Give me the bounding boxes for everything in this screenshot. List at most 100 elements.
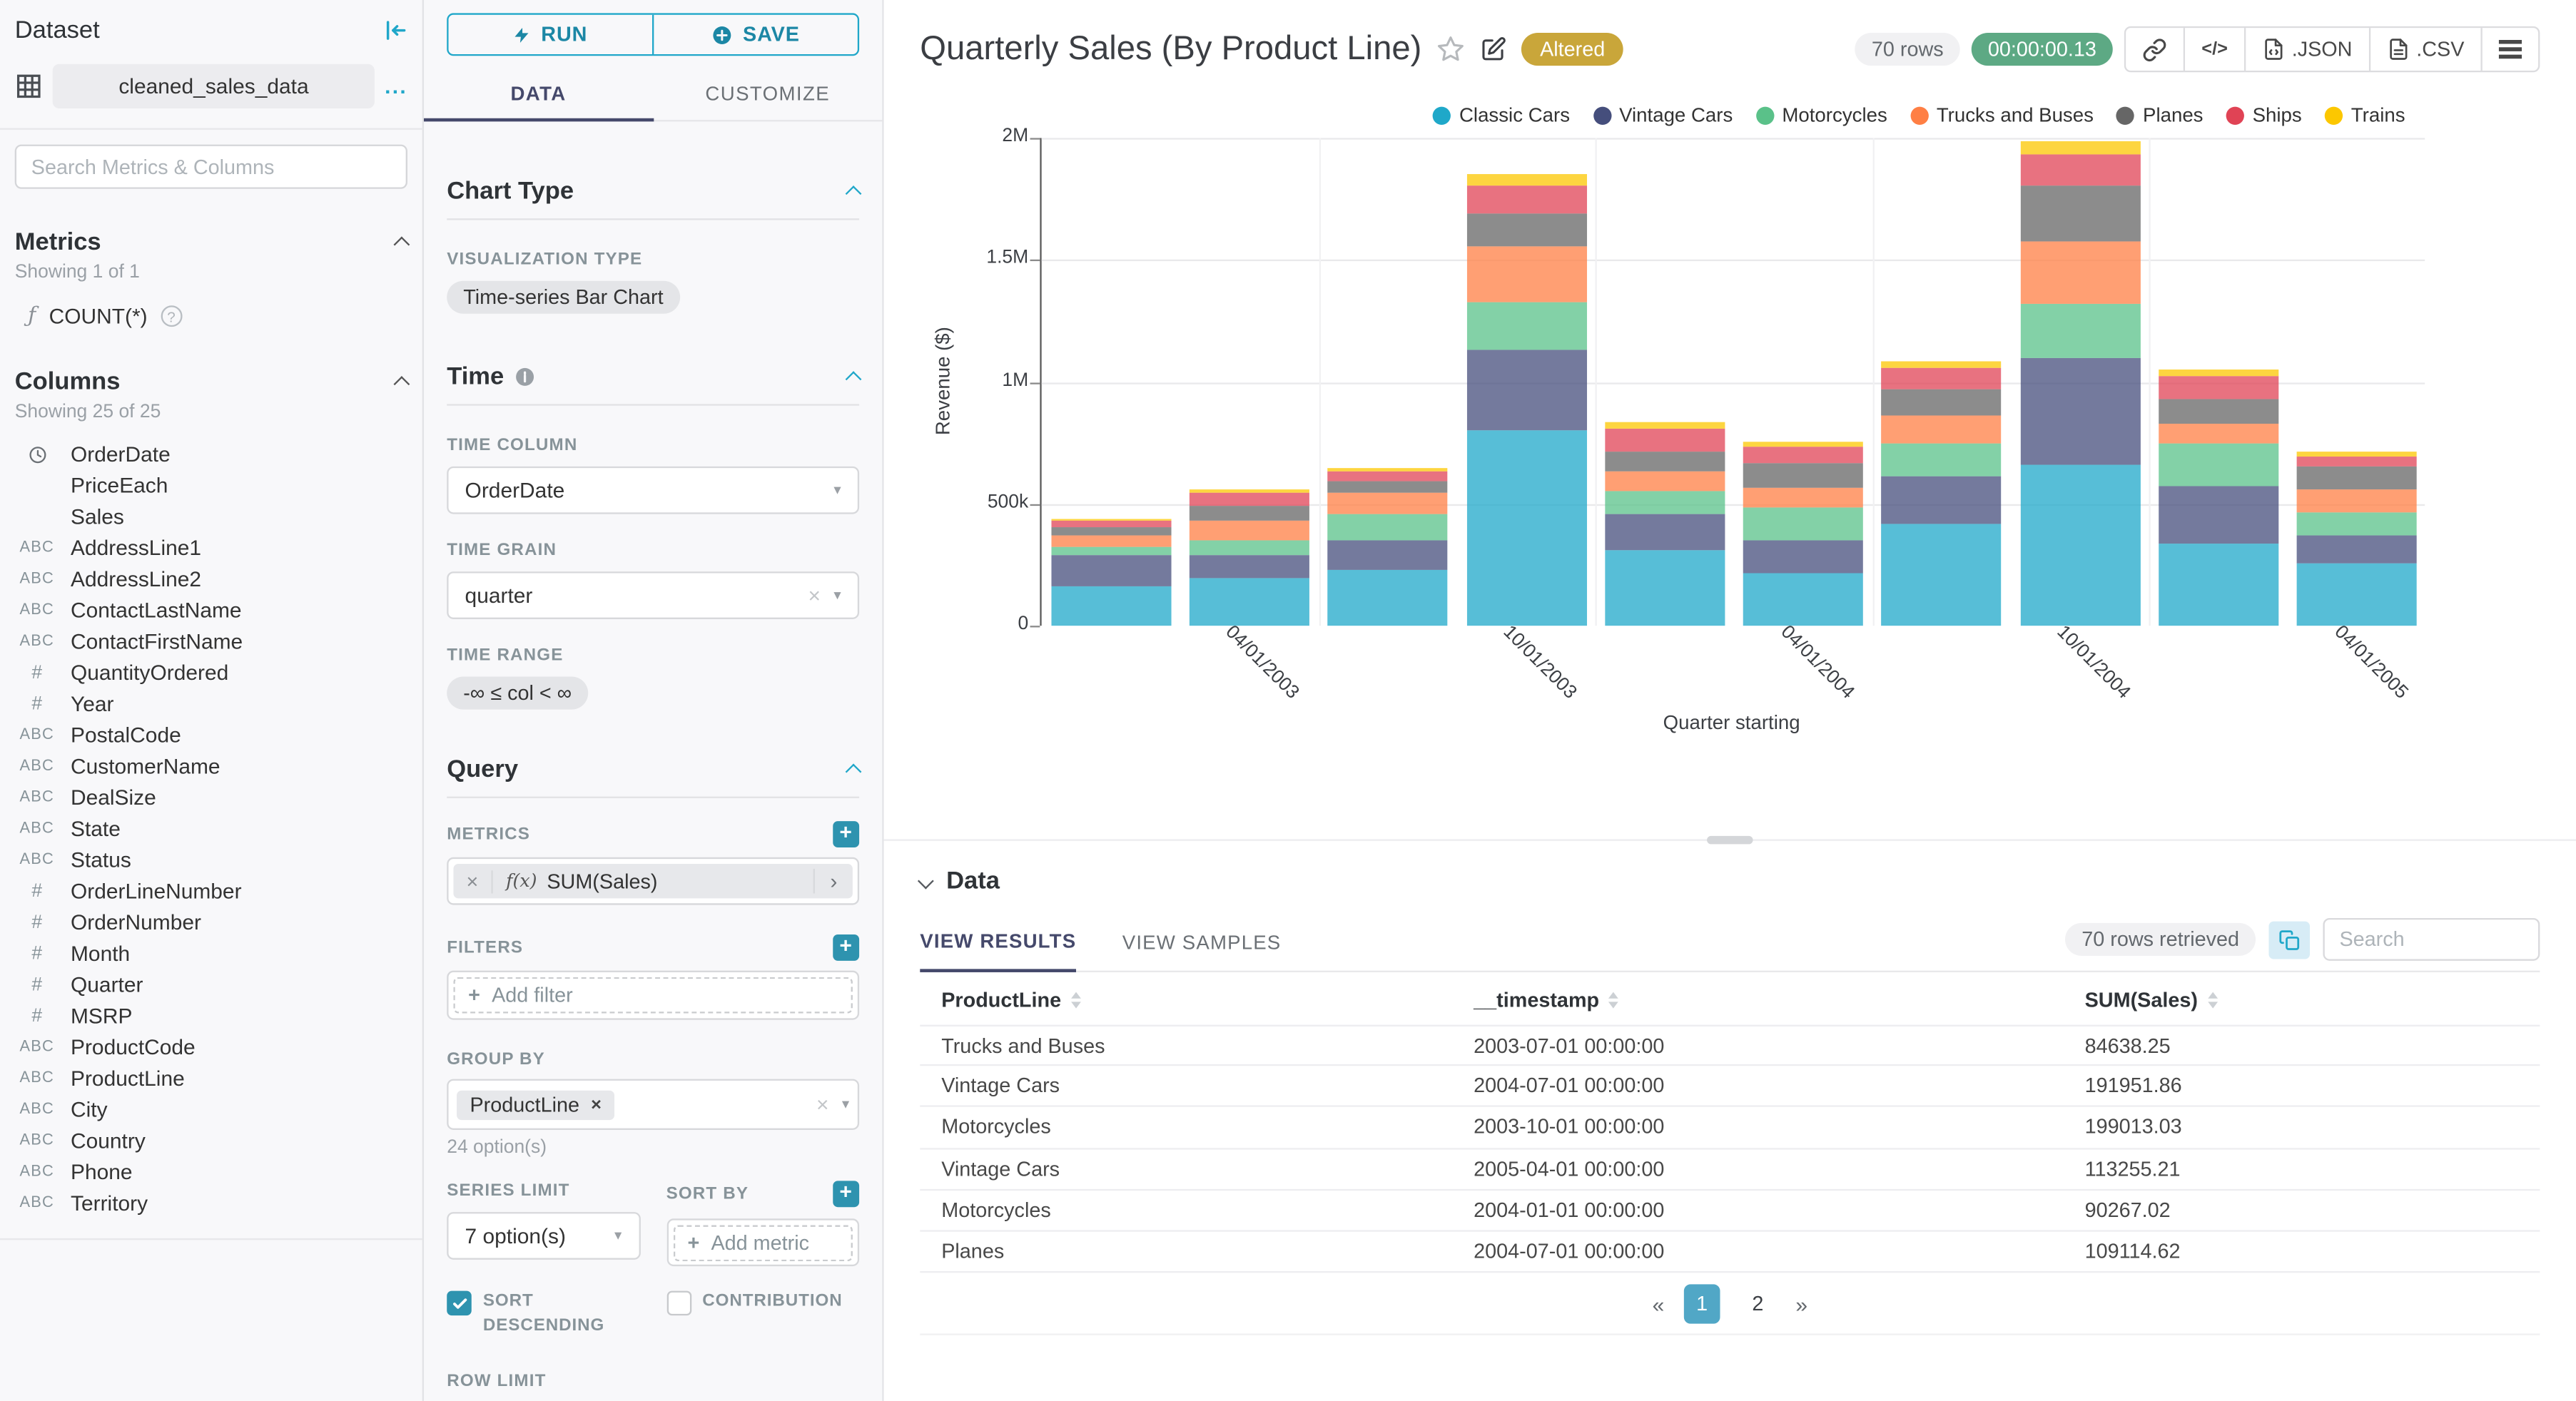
- clear-icon[interactable]: ×: [808, 583, 820, 608]
- column-item[interactable]: Sales: [15, 501, 407, 532]
- bar-segment-ships[interactable]: [1189, 492, 1309, 506]
- bar-segment-vintage-cars[interactable]: [2297, 536, 2418, 564]
- bar-segment-motorcycles[interactable]: [2020, 303, 2141, 358]
- bar-segment-motorcycles[interactable]: [2159, 444, 2279, 486]
- bar-segment-motorcycles[interactable]: [1604, 491, 1725, 514]
- column-item[interactable]: ABC ContactFirstName: [15, 626, 407, 657]
- add-filter-button[interactable]: +: [833, 934, 860, 961]
- bar-segment-planes[interactable]: [1327, 480, 1448, 494]
- run-button[interactable]: RUN: [449, 15, 652, 54]
- series-limit-select[interactable]: 7 option(s) ▾: [447, 1212, 640, 1260]
- bar-segment-planes[interactable]: [2159, 399, 2279, 424]
- table-column-header[interactable]: ProductLine: [941, 989, 1474, 1012]
- copy-data-button[interactable]: [2268, 920, 2311, 959]
- dataset-name[interactable]: cleaned_sales_data: [52, 63, 375, 108]
- bar-segment-classic-cars[interactable]: [1466, 430, 1586, 626]
- table-column-header[interactable]: __timestamp: [1474, 989, 2084, 1012]
- column-item[interactable]: PriceEach: [15, 469, 407, 501]
- bar-segment-trucks-and-buses[interactable]: [1050, 534, 1171, 547]
- stacked-bar[interactable]: [2159, 370, 2279, 626]
- bar-segment-ships[interactable]: [1604, 428, 1725, 452]
- collapse-data-icon[interactable]: [917, 872, 934, 890]
- legend-item-planes[interactable]: Planes: [2116, 103, 2204, 126]
- copy-link-button[interactable]: [2126, 28, 2184, 71]
- bar-segment-trains[interactable]: [2297, 452, 2418, 457]
- column-item[interactable]: OrderDate: [15, 439, 407, 470]
- bar-segment-trains[interactable]: [1882, 360, 2002, 368]
- bar-segment-ships[interactable]: [2159, 376, 2279, 400]
- bar-segment-classic-cars[interactable]: [2020, 464, 2141, 626]
- page-button-2[interactable]: 2: [1740, 1285, 1776, 1324]
- bar-segment-planes[interactable]: [1604, 451, 1725, 472]
- bar-segment-vintage-cars[interactable]: [1327, 540, 1448, 570]
- bar-segment-trucks-and-buses[interactable]: [1189, 521, 1309, 541]
- sort-icon[interactable]: [2207, 992, 2218, 1009]
- results-search-input[interactable]: [2323, 917, 2540, 961]
- bar-segment-trains[interactable]: [1604, 422, 1725, 429]
- bar-segment-classic-cars[interactable]: [1327, 569, 1448, 626]
- bar-segment-trucks-and-buses[interactable]: [1743, 487, 1864, 508]
- column-item[interactable]: ABC Territory: [15, 1188, 407, 1219]
- bar-segment-planes[interactable]: [2020, 185, 2141, 242]
- bar-segment-planes[interactable]: [2297, 467, 2418, 489]
- bar-segment-planes[interactable]: [1189, 506, 1309, 521]
- contribution-checkbox[interactable]: CONTRIBUTION: [666, 1289, 860, 1339]
- table-row[interactable]: Motorcycles 2003-10-01 00:00:00 199013.03: [920, 1108, 2540, 1149]
- altered-badge[interactable]: Altered: [1521, 33, 1623, 66]
- column-item[interactable]: ABC CustomerName: [15, 750, 407, 782]
- bar-segment-trucks-and-buses[interactable]: [1327, 493, 1448, 514]
- previous-page-button[interactable]: «: [1653, 1292, 1665, 1317]
- stacked-bar[interactable]: [1882, 360, 2002, 626]
- clear-icon[interactable]: ×: [816, 1092, 828, 1117]
- visualization-type-value[interactable]: Time-series Bar Chart: [447, 280, 680, 314]
- bar-segment-trains[interactable]: [1050, 518, 1171, 521]
- column-item[interactable]: ABC PostalCode: [15, 719, 407, 750]
- bar-segment-classic-cars[interactable]: [1050, 585, 1171, 626]
- column-item[interactable]: ABC State: [15, 813, 407, 845]
- column-item[interactable]: ABC City: [15, 1094, 407, 1125]
- group-by-control[interactable]: ProductLine × × ▾: [447, 1079, 860, 1130]
- bar-segment-vintage-cars[interactable]: [1743, 540, 1864, 574]
- column-item[interactable]: # Month: [15, 938, 407, 969]
- collapse-columns-icon[interactable]: [393, 376, 410, 392]
- stacked-bar[interactable]: [1466, 175, 1586, 626]
- column-item[interactable]: ABC AddressLine2: [15, 564, 407, 595]
- bar-segment-classic-cars[interactable]: [1189, 578, 1309, 626]
- bar-segment-trucks-and-buses[interactable]: [2159, 424, 2279, 444]
- panel-resize-handle[interactable]: [1707, 835, 1753, 845]
- column-item[interactable]: # OrderLineNumber: [15, 875, 407, 907]
- legend-item-ships[interactable]: Ships: [2226, 103, 2302, 126]
- bar-segment-vintage-cars[interactable]: [1189, 555, 1309, 579]
- column-item[interactable]: # OrderNumber: [15, 907, 407, 938]
- table-row[interactable]: Planes 2004-07-01 00:00:00 109114.62: [920, 1232, 2540, 1273]
- sort-icon[interactable]: [1608, 992, 1619, 1009]
- bar-segment-trains[interactable]: [1327, 467, 1448, 472]
- tab-data[interactable]: DATA: [423, 72, 654, 122]
- bar-segment-classic-cars[interactable]: [2297, 564, 2418, 626]
- stacked-bar[interactable]: [1604, 422, 1725, 626]
- bar-segment-trucks-and-buses[interactable]: [2297, 489, 2418, 513]
- column-item[interactable]: # Year: [15, 688, 407, 720]
- bar-segment-ships[interactable]: [1466, 185, 1586, 214]
- time-column-select[interactable]: OrderDate ▾: [447, 466, 860, 514]
- add-sort-metric-dropzone[interactable]: + Add metric: [672, 1224, 853, 1261]
- add-filter-dropzone[interactable]: + Add filter: [453, 977, 853, 1014]
- bar-segment-classic-cars[interactable]: [1604, 550, 1725, 626]
- column-item[interactable]: ABC ProductLine: [15, 1063, 407, 1094]
- stacked-bar[interactable]: [2297, 452, 2418, 626]
- tab-view-results[interactable]: VIEW RESULTS: [920, 929, 1077, 972]
- column-item[interactable]: ABC AddressLine1: [15, 532, 407, 564]
- bar-segment-ships[interactable]: [2020, 153, 2141, 186]
- metric-pill[interactable]: × f(x) SUM(Sales) ›: [453, 864, 853, 899]
- bar-segment-ships[interactable]: [1327, 471, 1448, 481]
- column-item[interactable]: ABC Status: [15, 844, 407, 875]
- bar-segment-vintage-cars[interactable]: [1050, 555, 1171, 586]
- column-item[interactable]: ABC ContactLastName: [15, 594, 407, 626]
- checkbox-unchecked-icon[interactable]: [666, 1290, 691, 1316]
- collapse-sidebar-icon[interactable]: [382, 18, 407, 43]
- stacked-bar[interactable]: [2020, 140, 2141, 626]
- column-item[interactable]: # MSRP: [15, 1000, 407, 1031]
- table-row[interactable]: Motorcycles 2004-01-01 00:00:00 90267.02: [920, 1191, 2540, 1232]
- legend-item-vintage-cars[interactable]: Vintage Cars: [1593, 103, 1733, 126]
- bar-segment-motorcycles[interactable]: [1466, 301, 1586, 350]
